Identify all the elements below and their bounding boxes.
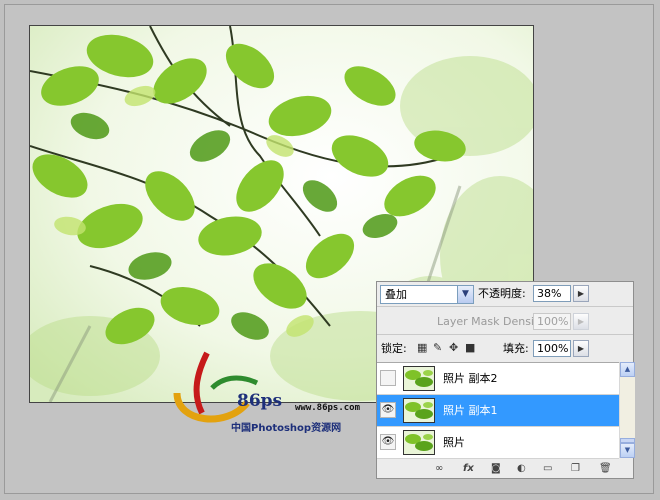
layer-name: 照片 <box>443 436 465 449</box>
lock-move-icon[interactable]: ✥ <box>449 341 458 354</box>
fill-slider-button[interactable]: ▶ <box>573 340 589 357</box>
thumbnail-leaves-icon <box>404 431 434 454</box>
visibility-toggle-off[interactable] <box>380 370 396 386</box>
divider <box>377 306 633 307</box>
layers-list: 照片 副本2 👁 照片 副本1 👁 照片 <box>377 362 619 459</box>
adjustment-icon[interactable]: ◐ <box>517 462 526 476</box>
trash-icon[interactable]: 🗑 <box>599 462 612 476</box>
layer-name: 照片 副本1 <box>443 404 498 417</box>
folder-icon[interactable]: ▭ <box>543 462 552 476</box>
layers-panel: 叠加 ▼ 不透明度: 38% ▶ Layer Mask Density 100%… <box>376 281 635 479</box>
opacity-slider-button[interactable]: ▶ <box>573 285 589 302</box>
fx-icon[interactable]: fx <box>463 462 474 476</box>
scroll-up-icon[interactable]: ▲ <box>620 362 635 377</box>
thumbnail-leaves-icon <box>404 367 434 390</box>
layer-row-photo[interactable]: 👁 照片 <box>377 427 619 459</box>
watermark-brand: 86ps <box>237 391 283 411</box>
lock-options: ▦ ✎ ✥ ■ <box>417 341 487 357</box>
eye-icon[interactable]: 👁 <box>380 402 396 418</box>
watermark-site: www.86ps.com <box>295 403 361 413</box>
mask-density-label: Layer Mask Density <box>437 315 545 328</box>
layer-thumbnail <box>403 430 435 455</box>
layer-name: 照片 副本2 <box>443 372 498 385</box>
opacity-label: 不透明度: <box>478 287 526 300</box>
scroll-down-icon[interactable]: ▼ <box>620 443 635 458</box>
layer-row-copy1[interactable]: 👁 照片 副本1 <box>377 395 619 427</box>
lock-all-icon[interactable]: ■ <box>465 341 475 354</box>
fill-input[interactable]: 100% <box>533 340 571 357</box>
fill-label: 填充: <box>503 342 529 355</box>
eye-icon[interactable]: 👁 <box>380 434 396 450</box>
new-layer-icon[interactable]: ❐ <box>571 462 580 476</box>
document-window: 86ps www.86ps.com 中国Photoshop资源网 叠加 ▼ 不透… <box>4 4 654 494</box>
blend-mode-value: 叠加 <box>385 288 407 301</box>
watermark-name: 中国Photoshop资源网 <box>231 423 342 434</box>
blend-mode-select[interactable]: 叠加 ▼ <box>380 285 474 304</box>
divider <box>377 334 633 335</box>
link-icon[interactable]: ∞ <box>435 462 443 476</box>
layer-thumbnail <box>403 366 435 391</box>
lock-brush-icon[interactable]: ✎ <box>433 341 442 354</box>
mask-icon[interactable]: ◙ <box>491 462 501 476</box>
mask-density-slider-button: ▶ <box>573 313 589 330</box>
opacity-input[interactable]: 38% <box>533 285 571 302</box>
layer-thumbnail <box>403 398 435 423</box>
lock-label: 锁定: <box>381 342 407 355</box>
layer-row-copy2[interactable]: 照片 副本2 <box>377 363 619 395</box>
lock-transparency-icon[interactable]: ▦ <box>417 341 427 354</box>
watermark-logo: 86ps www.86ps.com 中国Photoshop资源网 <box>167 333 361 437</box>
layers-scrollbar[interactable]: ▲ ▼ <box>619 362 635 458</box>
layers-footer-toolbar: ∞ fx ◙ ◐ ▭ ❐ 🗑 <box>377 462 633 478</box>
chevron-down-icon[interactable]: ▼ <box>457 286 473 303</box>
thumbnail-leaves-icon <box>404 399 434 422</box>
mask-density-input: 100% <box>533 313 571 330</box>
